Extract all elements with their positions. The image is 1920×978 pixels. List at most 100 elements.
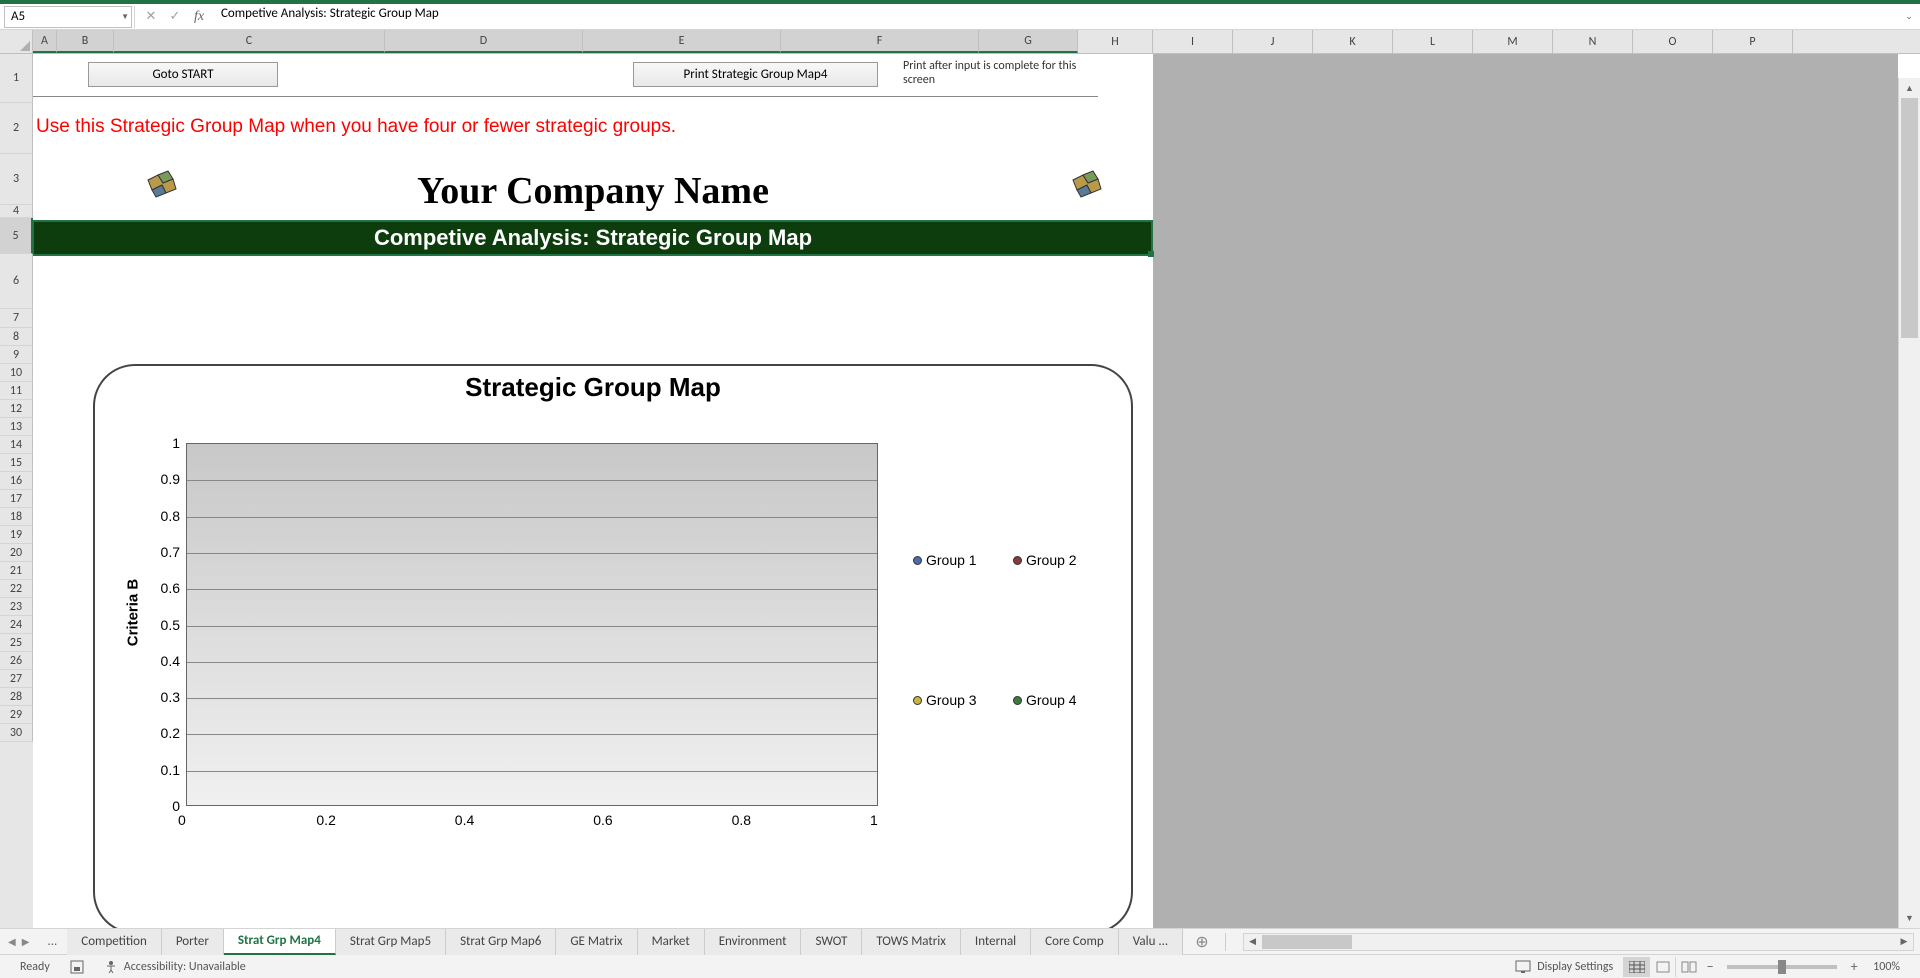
row-header-23[interactable]: 23 [0, 598, 33, 616]
row-header-14[interactable]: 14 [0, 436, 33, 454]
tab-nav-next-icon[interactable]: ▶ [22, 935, 30, 948]
row-header-16[interactable]: 16 [0, 472, 33, 490]
formula-input[interactable]: Competive Analysis: Strategic Group Map [211, 6, 1898, 28]
column-header-G[interactable]: G [979, 30, 1078, 53]
row-header-4[interactable]: 4 [0, 205, 33, 218]
normal-view-button[interactable] [1623, 957, 1649, 977]
column-header-K[interactable]: K [1313, 30, 1393, 53]
row-header-18[interactable]: 18 [0, 508, 33, 526]
horizontal-scrollbar[interactable]: ◀ ▶ [1243, 933, 1914, 951]
sheet-tab[interactable]: Porter [162, 929, 224, 955]
horizontal-scroll-thumb[interactable] [1262, 935, 1352, 949]
row-header-8[interactable]: 8 [0, 328, 33, 346]
row-header-12[interactable]: 12 [0, 400, 33, 418]
column-header-C[interactable]: C [114, 30, 385, 53]
row-header-19[interactable]: 19 [0, 526, 33, 544]
sheet-tab[interactable]: Internal [961, 929, 1031, 955]
column-header-M[interactable]: M [1473, 30, 1553, 53]
column-header-A[interactable]: A [33, 30, 57, 53]
row-header-3[interactable]: 3 [0, 154, 33, 205]
scroll-down-icon[interactable]: ▼ [1899, 908, 1920, 928]
row-header-21[interactable]: 21 [0, 562, 33, 580]
legend-marker-icon [913, 556, 922, 565]
scroll-right-icon[interactable]: ▶ [1895, 936, 1913, 947]
sheet-tab[interactable]: Strat Grp Map4 [224, 929, 336, 955]
row-header-13[interactable]: 13 [0, 418, 33, 436]
zoom-out-button[interactable]: − [1701, 958, 1719, 975]
column-header-H[interactable]: H [1078, 30, 1153, 53]
sheet-tab[interactable]: Strat Grp Map6 [446, 929, 556, 955]
sheet-tab[interactable]: GE Matrix [556, 929, 637, 955]
display-settings-button[interactable]: Display Settings [1505, 960, 1623, 974]
zoom-level[interactable]: 100% [1863, 960, 1910, 974]
chart-title: Strategic Group Map [33, 372, 1153, 403]
legend-label: Group 2 [1026, 552, 1077, 568]
goto-start-button[interactable]: Goto START [88, 62, 278, 87]
zoom-slider[interactable] [1727, 965, 1837, 969]
vertical-scroll-thumb[interactable] [1901, 98, 1918, 338]
select-all-corner[interactable] [0, 30, 33, 54]
sheet-tab[interactable]: Core Comp [1031, 929, 1119, 955]
chart-y-tick: 0.6 [145, 580, 180, 596]
chart-y-tick: 0.1 [145, 762, 180, 778]
column-header-J[interactable]: J [1233, 30, 1313, 53]
print-map-button[interactable]: Print Strategic Group Map4 [633, 62, 878, 87]
row-header-2[interactable]: 2 [0, 103, 33, 154]
row-header-11[interactable]: 11 [0, 382, 33, 400]
sheet-tab[interactable]: Strat Grp Map5 [336, 929, 446, 955]
row-header-30[interactable]: 30 [0, 724, 33, 742]
name-box[interactable]: A5 ▼ [4, 6, 132, 28]
row-header-5[interactable]: 5 [0, 218, 33, 254]
sheet-tab[interactable]: TOWS Matrix [862, 929, 961, 955]
row-header-15[interactable]: 15 [0, 454, 33, 472]
add-sheet-button[interactable]: ⊕ [1183, 932, 1220, 952]
scroll-left-icon[interactable]: ◀ [1244, 936, 1262, 947]
tab-overflow-icon[interactable]: ... [37, 934, 67, 949]
sheet-tab[interactable]: Market [638, 929, 705, 955]
tab-nav-prev-icon[interactable]: ◀ [8, 935, 16, 948]
row-header-10[interactable]: 10 [0, 364, 33, 382]
cells-area[interactable]: Goto START Print Strategic Group Map4 Pr… [33, 54, 1920, 928]
column-header-I[interactable]: I [1153, 30, 1233, 53]
zoom-slider-thumb[interactable] [1778, 960, 1786, 974]
column-header-N[interactable]: N [1553, 30, 1633, 53]
row-header-25[interactable]: 25 [0, 634, 33, 652]
row-header-9[interactable]: 9 [0, 346, 33, 364]
column-header-L[interactable]: L [1393, 30, 1473, 53]
row-header-29[interactable]: 29 [0, 706, 33, 724]
page-break-view-button[interactable] [1675, 957, 1701, 977]
zoom-in-button[interactable]: + [1845, 958, 1863, 975]
row-header-28[interactable]: 28 [0, 688, 33, 706]
vertical-scrollbar[interactable]: ▲ ▼ [1898, 78, 1920, 928]
row-header-7[interactable]: 7 [0, 309, 33, 328]
row-header-1[interactable]: 1 [0, 54, 33, 103]
column-header-D[interactable]: D [385, 30, 583, 53]
accessibility-status[interactable]: Accessibility: Unavailable [94, 960, 256, 974]
row-header-26[interactable]: 26 [0, 652, 33, 670]
column-header-P[interactable]: P [1713, 30, 1793, 53]
formula-bar-expand-icon[interactable]: ⌄ [1898, 6, 1920, 28]
column-header-F[interactable]: F [781, 30, 979, 53]
sheet-tab[interactable]: SWOT [801, 929, 862, 955]
row-header-20[interactable]: 20 [0, 544, 33, 562]
sheet-tab[interactable]: Competition [67, 929, 162, 955]
row-header-22[interactable]: 22 [0, 580, 33, 598]
scroll-up-icon[interactable]: ▲ [1899, 78, 1920, 98]
column-header-E[interactable]: E [583, 30, 781, 53]
page-layout-view-button[interactable] [1649, 957, 1675, 977]
tab-resize-handle[interactable] [1225, 933, 1237, 951]
name-box-dropdown-icon[interactable]: ▼ [121, 12, 129, 22]
row-header-6[interactable]: 6 [0, 254, 33, 309]
row-header-17[interactable]: 17 [0, 490, 33, 508]
sheet-tab[interactable]: Environment [705, 929, 802, 955]
unused-area [1153, 54, 1898, 928]
macro-record-icon[interactable] [60, 960, 94, 974]
sheet-tab[interactable]: Valu ... [1119, 929, 1183, 955]
column-header-O[interactable]: O [1633, 30, 1713, 53]
name-box-value: A5 [11, 9, 25, 24]
row-header-27[interactable]: 27 [0, 670, 33, 688]
row-header-24[interactable]: 24 [0, 616, 33, 634]
fx-icon[interactable]: fx [187, 6, 211, 28]
column-header-B[interactable]: B [57, 30, 114, 53]
company-name-title: Your Company Name [33, 169, 1153, 213]
